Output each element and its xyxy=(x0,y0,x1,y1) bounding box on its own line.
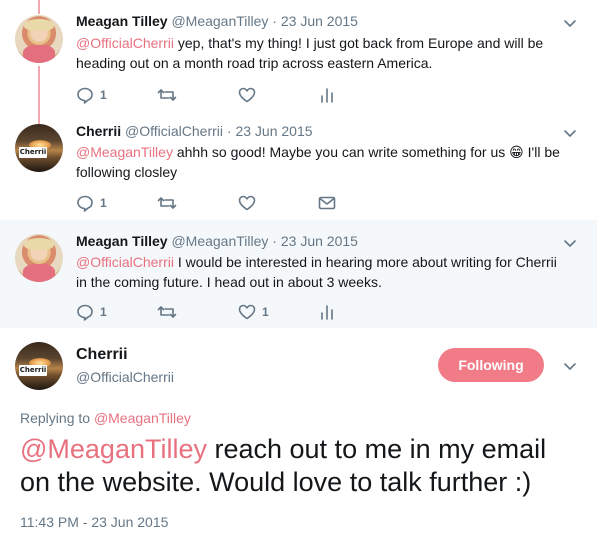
replying-to-link[interactable]: @MeaganTilley xyxy=(94,410,191,426)
reply-icon xyxy=(77,304,93,321)
tweet-text: @OfficialCherrii yep, that's my thing! I… xyxy=(76,33,571,73)
analytics-button[interactable] xyxy=(320,302,334,322)
avatar[interactable] xyxy=(15,234,63,282)
separator: · xyxy=(268,13,281,29)
replying-to: Replying to @MeaganTilley xyxy=(20,409,191,427)
tweet-header: Cherrii @OfficialCherrii · 23 Jun 2015 xyxy=(76,122,313,140)
direct-message-button[interactable] xyxy=(318,193,336,213)
separator: · xyxy=(223,123,236,139)
reply-count: 1 xyxy=(100,88,107,102)
tweet-header: Meagan Tilley @MeaganTilley · 23 Jun 201… xyxy=(76,232,358,250)
avatar[interactable]: Cherrii xyxy=(15,342,63,390)
separator: · xyxy=(268,233,281,249)
reply-count: 1 xyxy=(100,196,107,210)
replying-prefix: Replying to xyxy=(20,410,94,426)
main-tweet-text: @MeaganTilley reach out to me in my emai… xyxy=(20,433,580,499)
analytics-icon xyxy=(321,88,333,103)
following-button[interactable]: Following xyxy=(438,348,544,382)
avatar[interactable]: Cherrii xyxy=(15,124,63,172)
heart-icon xyxy=(238,87,256,103)
reply-icon xyxy=(77,87,93,104)
tweet-date[interactable]: 23 Jun 2015 xyxy=(281,233,358,249)
display-name[interactable]: Meagan Tilley xyxy=(76,13,168,29)
chevron-down-icon[interactable] xyxy=(563,126,577,140)
avatar-logo-text: Cherrii xyxy=(19,365,47,376)
analytics-button[interactable] xyxy=(320,85,334,105)
tweet[interactable]: Meagan Tilley @MeaganTilley · 23 Jun 201… xyxy=(0,0,597,110)
like-button[interactable] xyxy=(238,193,256,213)
chevron-down-icon[interactable] xyxy=(563,236,577,250)
retweet-icon xyxy=(157,306,177,318)
reply-count: 1 xyxy=(100,305,107,319)
avatar[interactable] xyxy=(15,15,63,63)
grinning-face-emoji: 😁 xyxy=(509,144,524,160)
tweet-text: @OfficialCherrii I would be interested i… xyxy=(76,252,571,292)
tweet-header: Meagan Tilley @MeaganTilley · 23 Jun 201… xyxy=(76,12,358,30)
tweet[interactable]: Meagan Tilley @MeaganTilley · 23 Jun 201… xyxy=(0,220,597,328)
reply-button[interactable]: 1 xyxy=(76,302,107,322)
display-name[interactable]: Cherrii xyxy=(76,123,121,139)
like-button[interactable] xyxy=(238,85,256,105)
retweet-icon xyxy=(157,197,177,209)
mention-link[interactable]: @OfficialCherrii xyxy=(76,254,174,270)
tweet[interactable]: Cherrii Cherrii @OfficialCherrii · 23 Ju… xyxy=(0,110,597,220)
handle[interactable]: @MeaganTilley xyxy=(171,233,268,249)
handle[interactable]: @OfficialCherrii xyxy=(76,368,174,386)
tweet-date[interactable]: 23 Jun 2015 xyxy=(281,13,358,29)
chevron-down-icon[interactable] xyxy=(563,359,577,373)
handle[interactable]: @MeaganTilley xyxy=(171,13,268,29)
chevron-down-icon[interactable] xyxy=(563,16,577,30)
mention-link[interactable]: @MeaganTilley xyxy=(76,144,173,160)
retweet-button[interactable] xyxy=(157,85,177,105)
tweet-body: ahhh so good! Maybe you can write someth… xyxy=(172,144,510,160)
like-button[interactable]: 1 xyxy=(238,302,269,322)
reply-icon xyxy=(77,195,93,212)
retweet-button[interactable] xyxy=(157,193,177,213)
like-count: 1 xyxy=(262,305,269,319)
retweet-button[interactable] xyxy=(157,302,177,322)
reply-button[interactable]: 1 xyxy=(76,193,107,213)
mention-link[interactable]: @OfficialCherrii xyxy=(76,35,174,51)
avatar-logo-text: Cherrii xyxy=(19,147,47,158)
analytics-icon xyxy=(321,305,333,320)
handle[interactable]: @OfficialCherrii xyxy=(125,123,223,139)
tweet-timestamp[interactable]: 11:43 PM - 23 Jun 2015 xyxy=(20,513,168,531)
mention-link[interactable]: @MeaganTilley xyxy=(20,434,207,464)
tweet-date[interactable]: 23 Jun 2015 xyxy=(235,123,312,139)
heart-icon xyxy=(238,304,256,320)
retweet-icon xyxy=(157,89,177,101)
heart-icon xyxy=(238,195,256,211)
reply-button[interactable]: 1 xyxy=(76,85,107,105)
display-name[interactable]: Meagan Tilley xyxy=(76,233,168,249)
tweet-text: @MeaganTilley ahhh so good! Maybe you ca… xyxy=(76,142,571,182)
tweet-actions: 1 xyxy=(76,85,376,105)
tweet-actions: 1 xyxy=(76,193,376,213)
tweet-actions: 1 1 xyxy=(76,302,376,322)
envelope-icon xyxy=(318,196,336,210)
display-name[interactable]: Cherrii xyxy=(76,345,128,365)
